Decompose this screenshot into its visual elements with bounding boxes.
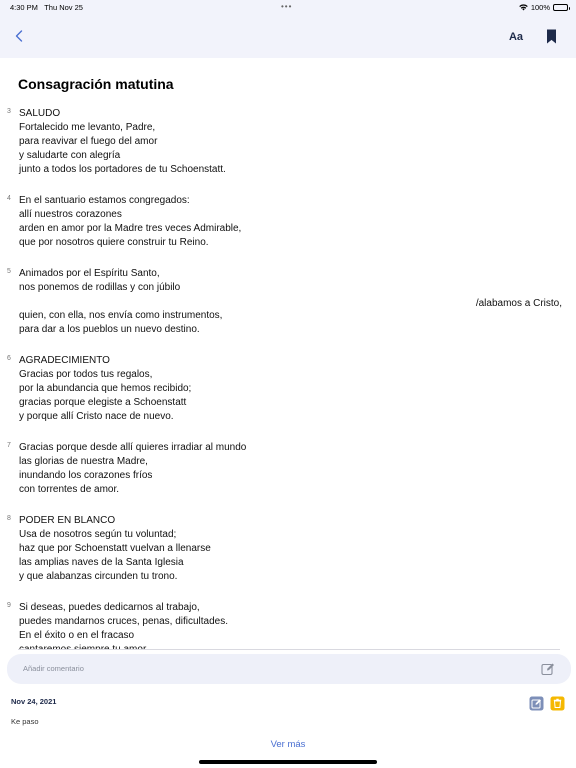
font-size-button[interactable]: Aa bbox=[505, 27, 527, 47]
comment-date: Nov 24, 2021 bbox=[11, 697, 57, 706]
chevron-left-icon bbox=[15, 30, 23, 42]
verse-line: junto a todos los portadores de tu Schoe… bbox=[19, 164, 226, 175]
verse-number: 3 bbox=[7, 108, 11, 115]
verse-line: por la abundancia que hemos recibido; bbox=[19, 383, 192, 394]
verse-line: PODER EN BLANCO bbox=[19, 515, 116, 526]
verse-line: Gracias porque desde allí quieres irradi… bbox=[19, 442, 247, 453]
verse-line: En el santuario estamos congregados: bbox=[19, 195, 190, 206]
verse-line: haz que por Schoenstatt vuelvan a llenar… bbox=[19, 543, 211, 554]
status-time: 4:30 PM Thu Nov 25 bbox=[10, 3, 83, 12]
verse-line: nos ponemos de rodillas y con júbilo bbox=[19, 282, 181, 293]
verse-line: y saludarte con alegría bbox=[19, 150, 121, 161]
status-bar: 4:30 PM Thu Nov 25 ••• 100% bbox=[0, 0, 576, 14]
bookmark-icon bbox=[546, 29, 556, 43]
back-button[interactable] bbox=[10, 26, 28, 46]
comment-input[interactable]: Añadir comentario bbox=[7, 654, 571, 684]
nav-bar: Aa bbox=[0, 14, 576, 58]
status-right: 100% bbox=[519, 3, 570, 12]
verse-line: y que alabanzas circunden tu trono. bbox=[19, 571, 178, 582]
edit-icon[interactable] bbox=[541, 662, 555, 676]
verse-line: Animados por el Espíritu Santo, bbox=[19, 268, 160, 279]
verse-line: que por nosotros quiere construir tu Rei… bbox=[19, 237, 209, 248]
verse-line: y porque allí Cristo nace de nuevo. bbox=[19, 411, 174, 422]
verse-line: Gracias por todos tus regalos, bbox=[19, 369, 153, 380]
verse-number: 8 bbox=[7, 515, 11, 522]
verse-number: 5 bbox=[7, 268, 11, 275]
comment-placeholder: Añadir comentario bbox=[23, 664, 84, 673]
verse-line: puedes mandarnos cruces, penas, dificult… bbox=[19, 616, 229, 627]
verses-list[interactable]: 3 SALUDO Fortalecido me levanto, Padre, par… bbox=[0, 104, 576, 649]
verse-line: En el éxito o en el fracaso bbox=[19, 630, 135, 641]
home-indicator[interactable] bbox=[199, 760, 377, 764]
trash-icon bbox=[550, 696, 565, 711]
verse-line: Usa de nosotros según tu voluntad; bbox=[19, 529, 177, 540]
edit-comment-button[interactable] bbox=[529, 696, 544, 711]
verse-line: Si deseas, puedes dedicarnos al trabajo, bbox=[19, 602, 200, 613]
verse-line: inundando los corazones fríos bbox=[19, 470, 153, 481]
verse-line: AGRADECIMIENTO bbox=[19, 355, 110, 366]
comment-text: Ke paso bbox=[11, 717, 39, 726]
verse-line: para reavivar el fuego del amor bbox=[19, 136, 158, 147]
edit-icon bbox=[529, 696, 544, 711]
multitasking-dots-icon[interactable]: ••• bbox=[281, 2, 292, 11]
page-title: Consagración matutina bbox=[18, 76, 174, 92]
see-more-button[interactable]: Ver más bbox=[0, 739, 576, 750]
bookmark-button[interactable] bbox=[543, 26, 559, 46]
verse-line: SALUDO bbox=[19, 108, 61, 119]
verse-line: las amplias naves de la Santa Iglesia bbox=[19, 557, 184, 568]
verse-line: gracias porque elegiste a Schoenstatt bbox=[19, 397, 187, 408]
verse-line: arden en amor por la Madre tres veces Ad… bbox=[19, 223, 242, 234]
verse-number: 9 bbox=[7, 602, 11, 609]
verse-line: para dar a los pueblos un nuevo destino. bbox=[19, 324, 200, 335]
verse-number: 6 bbox=[7, 355, 11, 362]
verse-line: quien, con ella, nos envía como instrume… bbox=[19, 310, 223, 321]
delete-comment-button[interactable] bbox=[550, 696, 565, 711]
wifi-icon bbox=[519, 4, 528, 11]
verse-line: allí nuestros corazones bbox=[19, 209, 122, 220]
verse-line: Fortalecido me levanto, Padre, bbox=[19, 122, 156, 133]
verse-number: 7 bbox=[7, 442, 11, 449]
verse-number: 4 bbox=[7, 195, 11, 202]
verse-line: /alabamos a Cristo, bbox=[475, 298, 562, 309]
battery-icon bbox=[553, 4, 570, 11]
divider bbox=[18, 649, 560, 650]
verse-line: las glorias de nuestra Madre, bbox=[19, 456, 148, 467]
verse-line: con torrentes de amor. bbox=[19, 484, 120, 495]
battery-percent: 100% bbox=[530, 3, 550, 12]
